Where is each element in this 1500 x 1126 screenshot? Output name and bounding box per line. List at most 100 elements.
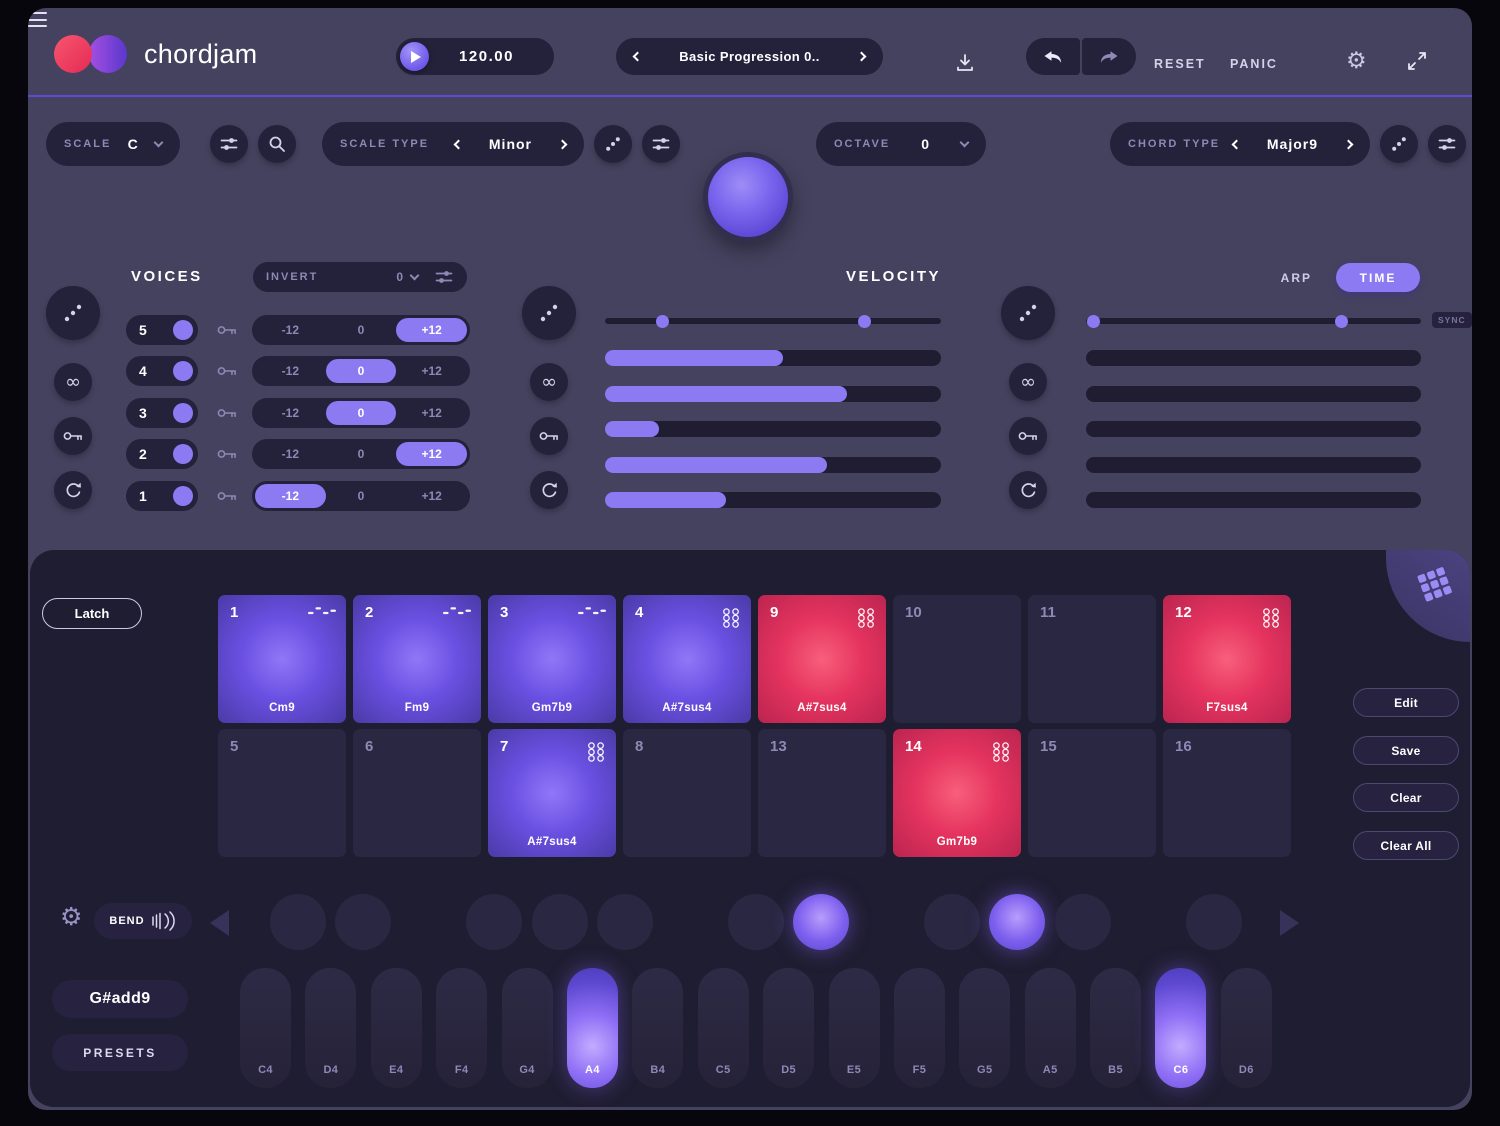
- play-button[interactable]: [400, 42, 429, 71]
- transpose-option-+12[interactable]: +12: [396, 484, 467, 508]
- key-lock-button[interactable]: [530, 417, 568, 455]
- voice-on-dot[interactable]: [173, 403, 193, 423]
- infinity-button[interactable]: ∞: [1009, 363, 1047, 401]
- chord-type-next-icon[interactable]: [1344, 139, 1354, 149]
- voice-enable-toggle[interactable]: 3: [126, 398, 198, 428]
- pad-9[interactable]: 9A#7sus4: [758, 595, 886, 723]
- key-B5[interactable]: B5: [1090, 968, 1141, 1088]
- scale-type-prev-icon[interactable]: [453, 139, 463, 149]
- pad-4[interactable]: 4A#7sus4: [623, 595, 751, 723]
- randomize-dice-button[interactable]: [522, 286, 576, 340]
- pad-15[interactable]: 15: [1028, 729, 1156, 857]
- download-icon[interactable]: [954, 52, 976, 74]
- bpm-display[interactable]: 120.00: [429, 48, 554, 65]
- arp-tab[interactable]: ARP: [1281, 271, 1312, 285]
- invert-selector[interactable]: INVERT 0: [253, 262, 467, 292]
- voice-enable-toggle[interactable]: 4: [126, 356, 198, 386]
- transpose-option-0[interactable]: 0: [326, 359, 397, 383]
- reset-button[interactable]: RESET: [1154, 57, 1206, 71]
- latch-button[interactable]: Latch: [42, 598, 142, 629]
- randomize-dice-button[interactable]: [1001, 286, 1055, 340]
- pad-3[interactable]: 3Gm7b9: [488, 595, 616, 723]
- main-knob[interactable]: [703, 152, 793, 242]
- scale-sliders-button[interactable]: [210, 125, 248, 163]
- transpose-option-0[interactable]: 0: [326, 401, 397, 425]
- transpose-option--12[interactable]: -12: [255, 442, 326, 466]
- pad-8[interactable]: 8: [623, 729, 751, 857]
- key-D6[interactable]: D6: [1221, 968, 1272, 1088]
- clear-all-button[interactable]: Clear All: [1353, 831, 1459, 860]
- key-E5[interactable]: E5: [829, 968, 880, 1088]
- voice-on-dot[interactable]: [173, 444, 193, 464]
- voice-lock-icon[interactable]: [216, 322, 238, 338]
- pad-10[interactable]: 10: [893, 595, 1021, 723]
- key-C6[interactable]: C6: [1155, 968, 1206, 1088]
- slider-handle[interactable]: [858, 315, 871, 328]
- voice-enable-toggle[interactable]: 2: [126, 439, 198, 469]
- pad-1[interactable]: 1Cm9: [218, 595, 346, 723]
- preset-next-icon[interactable]: [857, 52, 867, 62]
- time-tab[interactable]: TIME: [1336, 263, 1420, 292]
- voice-lock-icon[interactable]: [216, 446, 238, 462]
- velocity-range-slider[interactable]: [605, 318, 941, 324]
- settings-gear-icon[interactable]: ⚙: [1346, 48, 1367, 74]
- black-key-pad[interactable]: [1186, 894, 1242, 950]
- black-key-pad[interactable]: [466, 894, 522, 950]
- resize-icon[interactable]: [1406, 50, 1428, 72]
- black-key-pad[interactable]: [793, 894, 849, 950]
- voice-enable-toggle[interactable]: 5: [126, 315, 198, 345]
- sync-label[interactable]: SYNC: [1432, 312, 1472, 328]
- infinity-button[interactable]: ∞: [530, 363, 568, 401]
- transpose-option-+12[interactable]: +12: [396, 359, 467, 383]
- level-bar[interactable]: [1086, 457, 1421, 473]
- black-key-pad[interactable]: [1055, 894, 1111, 950]
- black-key-pad[interactable]: [532, 894, 588, 950]
- redo-button[interactable]: [1082, 38, 1136, 75]
- scale-type-next-icon[interactable]: [558, 139, 568, 149]
- key-lock-button[interactable]: [54, 417, 92, 455]
- key-G4[interactable]: G4: [502, 968, 553, 1088]
- voice-lock-icon[interactable]: [216, 405, 238, 421]
- loop-reset-button[interactable]: [54, 471, 92, 509]
- black-key-pad[interactable]: [597, 894, 653, 950]
- undo-button[interactable]: [1026, 38, 1080, 75]
- panic-button[interactable]: PANIC: [1230, 57, 1278, 71]
- key-F4[interactable]: F4: [436, 968, 487, 1088]
- transpose-option--12[interactable]: -12: [255, 484, 326, 508]
- transpose-option-0[interactable]: 0: [326, 318, 397, 342]
- octave-selector[interactable]: OCTAVE 0: [816, 122, 986, 166]
- grid-view-tab[interactable]: [1386, 550, 1470, 642]
- slider-handle[interactable]: [1087, 315, 1100, 328]
- level-bar[interactable]: [605, 457, 941, 473]
- chord-type-prev-icon[interactable]: [1231, 139, 1241, 149]
- transpose-option-0[interactable]: 0: [326, 484, 397, 508]
- transpose-option-+12[interactable]: +12: [396, 318, 467, 342]
- pad-16[interactable]: 16: [1163, 729, 1291, 857]
- presets-button[interactable]: PRESETS: [52, 1034, 188, 1071]
- pad-7[interactable]: 7A#7sus4: [488, 729, 616, 857]
- black-key-pad[interactable]: [924, 894, 980, 950]
- loop-reset-button[interactable]: [1009, 471, 1047, 509]
- preset-name[interactable]: Basic Progression 0..: [679, 49, 820, 64]
- key-D5[interactable]: D5: [763, 968, 814, 1088]
- scale-type-sliders-button[interactable]: [642, 125, 680, 163]
- key-F5[interactable]: F5: [894, 968, 945, 1088]
- menu-icon[interactable]: [28, 12, 1472, 27]
- black-key-pad[interactable]: [335, 894, 391, 950]
- voice-on-dot[interactable]: [173, 361, 193, 381]
- transpose-option--12[interactable]: -12: [255, 318, 326, 342]
- edit-button[interactable]: Edit: [1353, 688, 1459, 717]
- pad-14[interactable]: 14Gm7b9: [893, 729, 1021, 857]
- transpose-option-0[interactable]: 0: [326, 442, 397, 466]
- transpose-option-+12[interactable]: +12: [396, 442, 467, 466]
- save-button[interactable]: Save: [1353, 736, 1459, 765]
- level-bar[interactable]: [605, 421, 941, 437]
- slider-handle[interactable]: [1335, 315, 1348, 328]
- level-bar[interactable]: [605, 492, 941, 508]
- level-bar[interactable]: [1086, 386, 1421, 402]
- pad-5[interactable]: 5: [218, 729, 346, 857]
- voice-on-dot[interactable]: [173, 320, 193, 340]
- level-bar[interactable]: [605, 350, 941, 366]
- level-bar[interactable]: [1086, 350, 1421, 366]
- black-key-pad[interactable]: [728, 894, 784, 950]
